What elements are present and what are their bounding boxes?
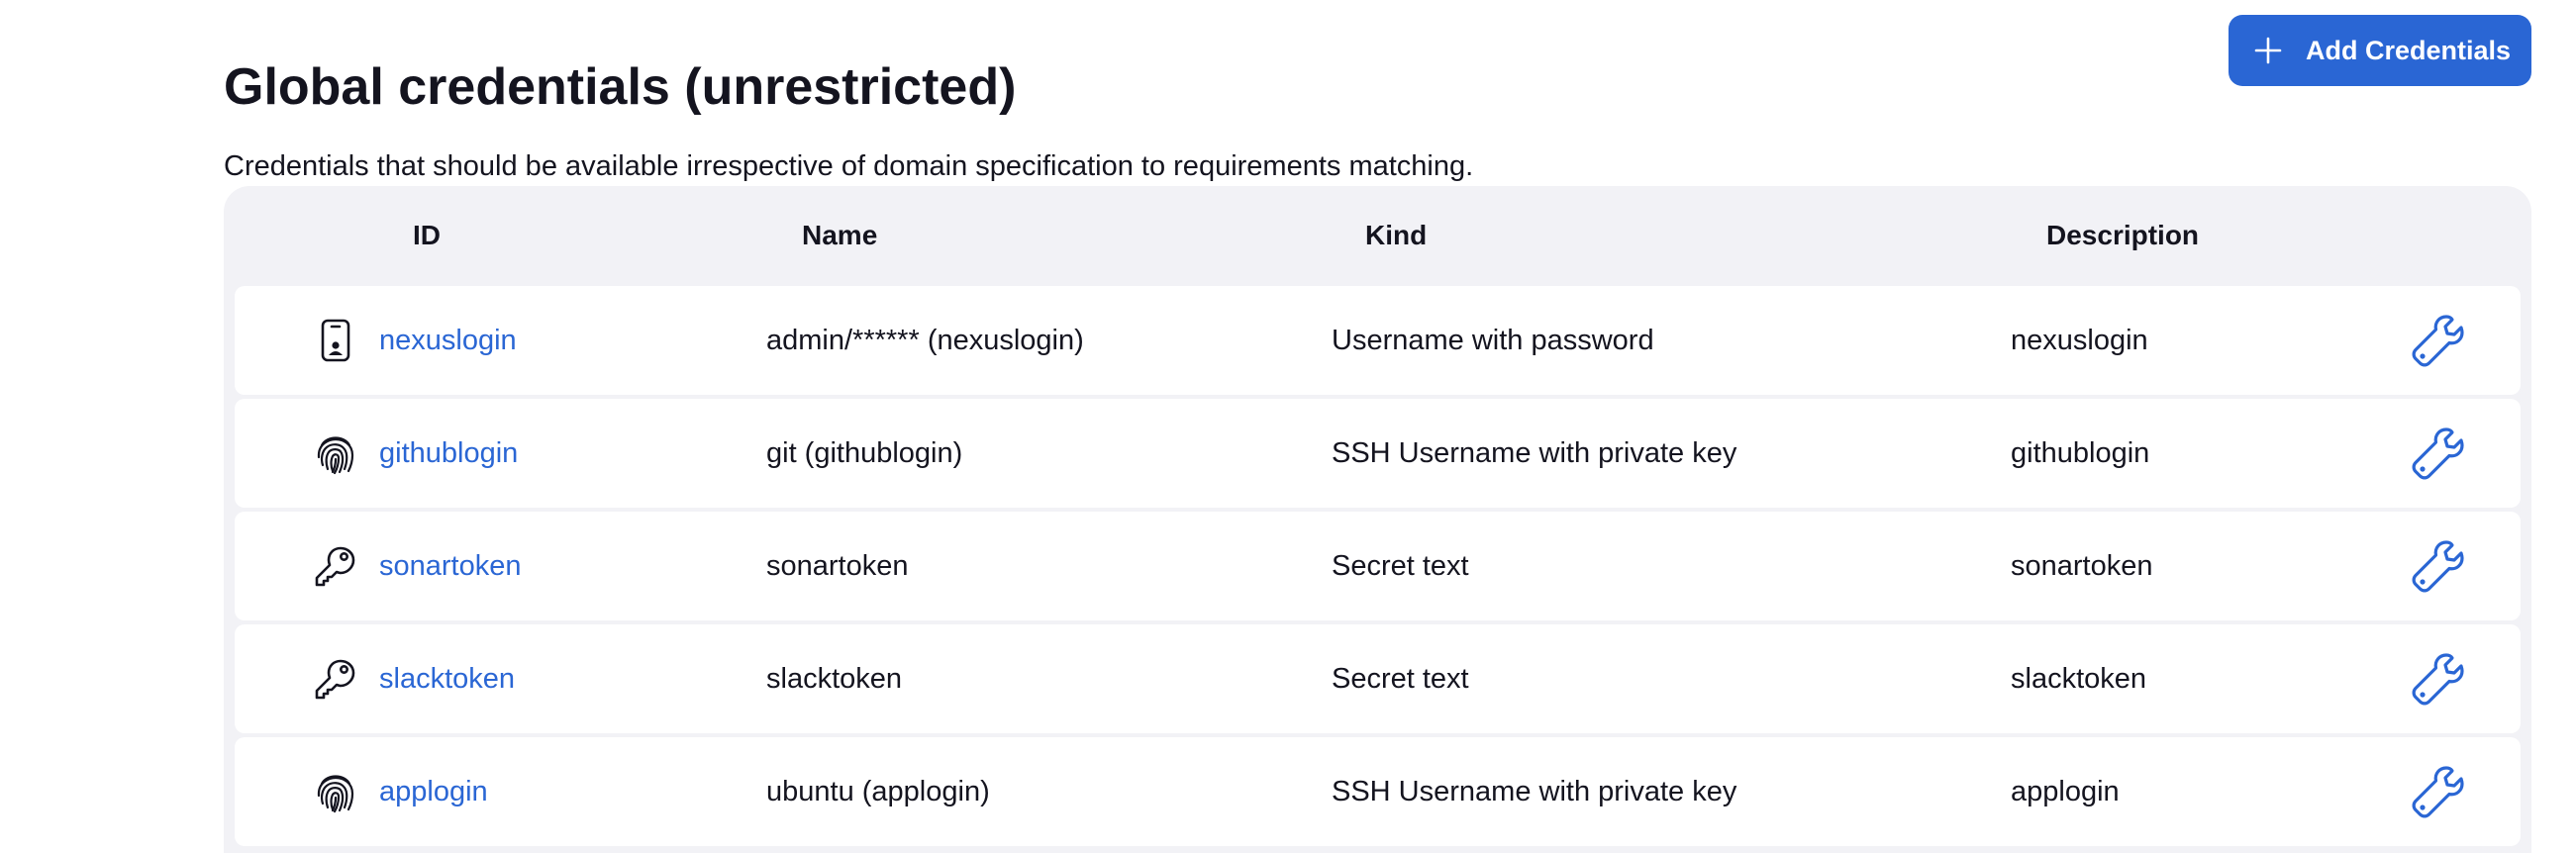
column-header-id[interactable]: ID [413, 216, 441, 255]
table-row: nexuslogin admin/****** (nexuslogin) Use… [235, 286, 2521, 395]
credential-name: sonartoken [766, 550, 909, 582]
credential-kind: Username with password [1332, 325, 1654, 356]
table-row: sonartoken sonartoken Secret text sonart… [235, 512, 2521, 620]
column-header-description[interactable]: Description [2046, 216, 2199, 255]
page-description: Credentials that should be available irr… [224, 150, 1474, 182]
credential-id-link[interactable]: slacktoken [379, 624, 515, 733]
credential-description: slacktoken [2011, 663, 2147, 695]
credential-description: applogin [2011, 776, 2120, 807]
credential-id-link[interactable]: applogin [379, 737, 488, 846]
credential-description: githublogin [2011, 437, 2150, 469]
credential-name: ubuntu (applogin) [766, 776, 990, 807]
credential-kind: SSH Username with private key [1332, 437, 1737, 469]
credential-kind: SSH Username with private key [1332, 776, 1737, 807]
column-header-kind[interactable]: Kind [1365, 216, 1427, 255]
credential-kind: Secret text [1332, 663, 1469, 695]
page-title: Global credentials (unrestricted) [224, 57, 1017, 116]
credential-id-link[interactable]: sonartoken [379, 512, 522, 620]
credential-description: sonartoken [2011, 550, 2153, 582]
table-row: applogin ubuntu (applogin) SSH Username … [235, 737, 2521, 846]
credential-name: git (githublogin) [766, 437, 963, 469]
add-credentials-button[interactable]: Add Credentials [2229, 15, 2531, 86]
credential-id-link[interactable]: githublogin [379, 399, 518, 508]
credential-name: admin/****** (nexuslogin) [766, 325, 1084, 356]
credential-kind: Secret text [1332, 550, 1469, 582]
table-row: slacktoken slacktoken Secret text slackt… [235, 624, 2521, 733]
add-credentials-label: Add Credentials [2306, 35, 2512, 65]
credential-description: nexuslogin [2011, 325, 2148, 356]
table-row: githublogin git (githublogin) SSH Userna… [235, 399, 2521, 508]
column-header-name[interactable]: Name [802, 216, 877, 255]
plus-icon [2254, 37, 2306, 64]
credential-id-link[interactable]: nexuslogin [379, 286, 517, 395]
credential-name: slacktoken [766, 663, 903, 695]
